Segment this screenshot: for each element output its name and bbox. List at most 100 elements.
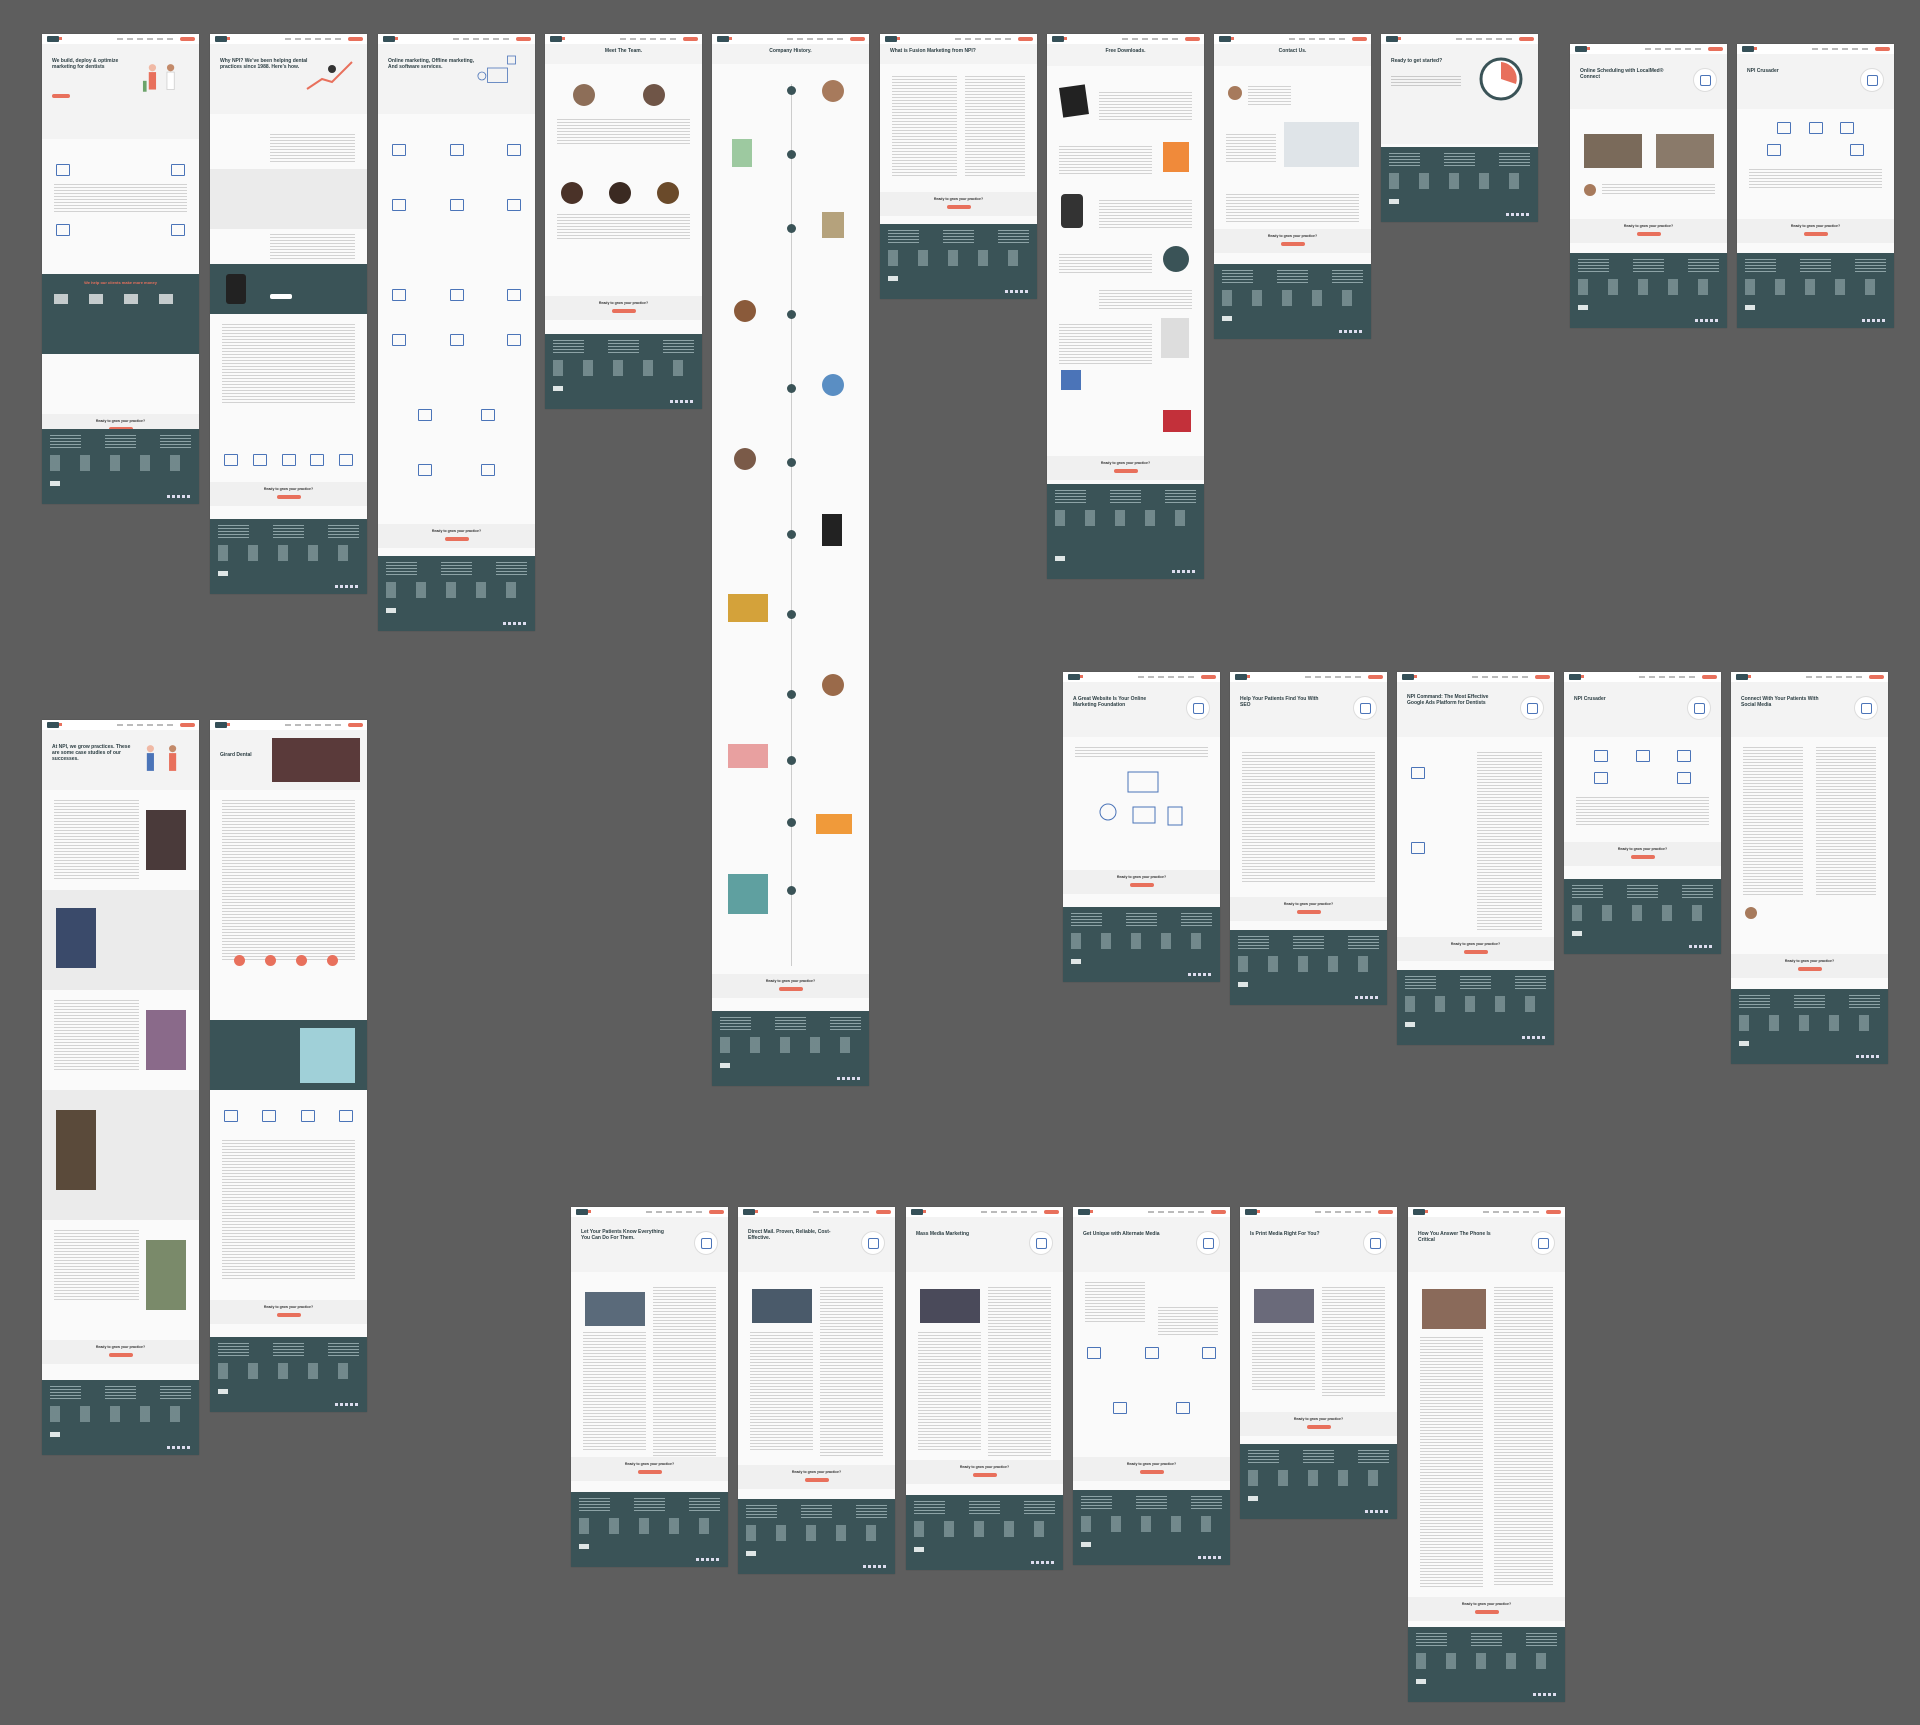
cta-button[interactable] [804,1478,829,1482]
team-photo [561,182,583,204]
page-title: Help Your Patients Find You With SEO [1240,696,1319,708]
artboard-why[interactable]: Why NPI? We’ve been helping dental pract… [210,34,367,594]
hero-button[interactable] [52,94,70,98]
artboard-crusader-2[interactable]: NPI Crusader Ready to grow your practice… [1564,672,1721,954]
artboard-ads[interactable]: NPI Command: The Most Effective Google A… [1397,672,1554,1045]
page-title: NPI Crusader [1574,696,1606,702]
cta-button[interactable] [1306,1425,1331,1429]
search-icon [1353,696,1377,720]
artboard-internal[interactable]: Let Your Patients Know Everything You Ca… [571,1207,728,1567]
page-title: NPI Crusader [1747,68,1779,74]
feature-icons-2 [56,224,185,236]
cta-button[interactable] [1280,242,1305,246]
artboard-girard[interactable]: Girard Dental Ready to grow your practic… [210,720,367,1412]
cta-button[interactable] [108,1353,133,1357]
social-icons[interactable] [167,495,191,498]
artboard-crusader-1[interactable]: NPI Crusader Ready to grow your practice… [1737,44,1894,328]
cta-text: Ready to grow your practice? [431,529,482,533]
artboard-massmedia[interactable]: Mass Media Marketing Ready to grow your … [906,1207,1063,1570]
artboard-altmedia[interactable]: Get Unique with Alternate Media Ready to… [1073,1207,1230,1565]
nav-cta-button[interactable] [180,37,195,41]
hero: We build, deploy & optimize marketing fo… [42,44,199,139]
newspaper-icon [1363,1231,1387,1255]
page-title: We build, deploy & optimize marketing fo… [52,58,119,70]
npi-logo [47,36,62,42]
artboard-seo[interactable]: Help Your Patients Find You With SEO Rea… [1230,672,1387,1005]
artboard-history[interactable]: Company History. Ready to grow your prac… [712,34,869,1086]
artboard-team[interactable]: Meet The Team. Ready to grow your practi… [545,34,702,409]
cta-button[interactable] [1636,232,1661,236]
cta-button[interactable] [1630,855,1655,859]
cta-button[interactable] [276,1313,301,1317]
cta-button[interactable] [1797,967,1822,971]
artboard-started[interactable]: Ready to get started? [1381,34,1538,222]
page-title: NPI Command: The Most Effective Google A… [1407,694,1489,706]
cta-button[interactable] [444,537,469,541]
page-title: Get Unique with Alternate Media [1083,1231,1160,1237]
page-title: Online marketing, Offline marketing, And… [388,58,475,70]
cta-button[interactable] [1139,1470,1164,1474]
cta-text: Ready to grow your practice? [791,1470,842,1474]
cta-button[interactable] [1803,232,1828,236]
page-title: Let Your Patients Know Everything You Ca… [581,1229,664,1241]
artboard-cases[interactable]: At NPI, we grow practices. These are som… [42,720,199,1455]
cta-button[interactable] [972,1473,997,1477]
mail-icon [861,1231,885,1255]
team-photo [609,182,631,204]
artboard-contact[interactable]: Contact Us. Ready to grow your practice? [1214,34,1371,339]
page-title: Contact Us. [1278,48,1307,54]
crusader-icon [1687,696,1711,720]
cta-text: Ready to grow your practice? [1623,224,1674,228]
cta-text: Ready to grow your practice? [1790,224,1841,228]
page-title: At NPI, we grow practices. These are som… [52,744,131,762]
features-text [54,184,187,214]
page-title: Is Print Media Right For You? [1250,1231,1320,1237]
artboard-home[interactable]: We build, deploy & optimize marketing fo… [42,34,199,504]
artboard-website[interactable]: A Great Website Is Your Online Marketing… [1063,672,1220,982]
nav-menu[interactable] [117,38,177,40]
cta-text: Ready to grow your practice? [95,419,146,423]
services-illustration-icon [477,55,516,83]
cta-button[interactable] [1474,1610,1499,1614]
cta-button[interactable] [1113,469,1138,473]
artboard-fusion[interactable]: What is Fusion Marketing from NPI? Ready… [880,34,1037,299]
cta-text: Ready to grow your practice? [1461,1602,1512,1606]
crusader-icon [1860,68,1884,92]
cta-button[interactable] [1463,950,1488,954]
artboard-print[interactable]: Is Print Media Right For You? Ready to g… [1240,1207,1397,1519]
cta-text: Ready to grow your practice? [1617,847,1668,851]
gear-icon [694,1231,718,1255]
artboard-directmail[interactable]: Direct Mail. Proven, Reliable, Cost-Effe… [738,1207,895,1574]
ads-icon [1520,696,1544,720]
cta-text: Ready to grow your practice? [263,487,314,491]
cta-text: Ready to grow your practice? [959,1465,1010,1469]
page-title: How You Answer The Phone Is Critical [1418,1231,1491,1243]
site-footer [42,429,199,504]
subscribe-band [210,264,367,314]
page-title: Meet The Team. [604,48,643,54]
cta-button[interactable] [778,987,803,991]
cta-button[interactable] [1129,883,1154,887]
cta-text: Ready to grow your practice? [1126,1462,1177,1466]
artboard-phone[interactable]: How You Answer The Phone Is Critical Rea… [1408,1207,1565,1702]
chart-illustration-icon [306,61,353,90]
artboard-scheduling[interactable]: Online Scheduling with LocalMed® Connect… [1570,44,1727,328]
cta-button[interactable] [611,309,636,313]
page-title: A Great Website Is Your Online Marketing… [1073,696,1147,708]
cta-button[interactable] [276,495,301,499]
cta-text: Ready to grow your practice? [1784,959,1835,963]
page-title: Mass Media Marketing [916,1231,970,1237]
cta-text: Ready to grow your practice? [1450,942,1501,946]
cta-button[interactable] [1296,910,1321,914]
megaphone-icon [1196,1231,1220,1255]
megaphone-icon [1854,696,1878,720]
cta-text: Ready to grow your practice? [1267,234,1318,238]
page-title: Ready to get started? [1391,58,1443,64]
cta-button[interactable] [946,205,971,209]
artboard-downloads[interactable]: Free Downloads. Ready to grow your pract… [1047,34,1204,579]
map[interactable] [1284,122,1359,167]
artboard-social[interactable]: Connect With Your Patients With Social M… [1731,672,1888,1064]
cta-button[interactable] [637,1470,662,1474]
artboard-services[interactable]: Online marketing, Offline marketing, And… [378,34,535,631]
page-title: Direct Mail. Proven, Reliable, Cost-Effe… [748,1229,831,1241]
